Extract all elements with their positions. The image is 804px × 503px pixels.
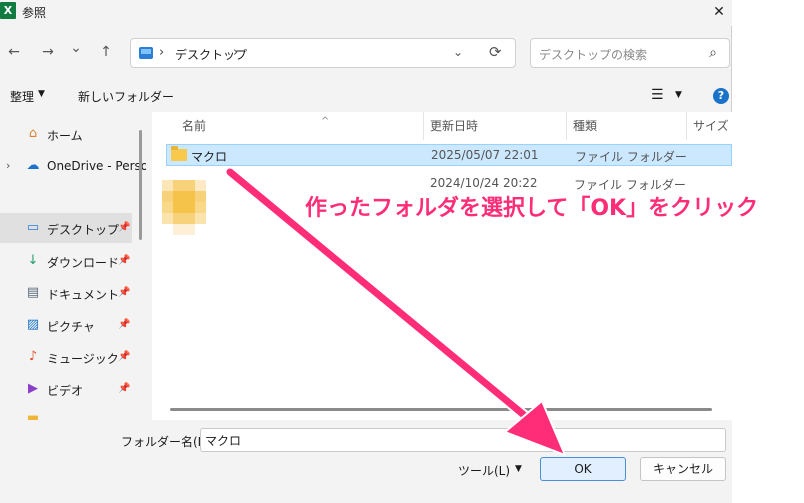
- sidebar-item-label: ドキュメント: [47, 288, 120, 302]
- forward-button[interactable]: →: [38, 42, 58, 62]
- file-list: 名前 ^ 更新日時 種類 サイズ マクロ 2025/05/07 22:01 ファ…: [152, 112, 732, 420]
- search-box[interactable]: デスクトップの検索 ⌕: [530, 38, 730, 68]
- background-area: [732, 0, 804, 503]
- sort-arrow-icon: ^: [321, 116, 330, 127]
- sidebar-scrollbar[interactable]: [139, 130, 142, 240]
- tools-button[interactable]: ツール(L): [458, 462, 510, 479]
- excel-icon: X: [0, 2, 16, 19]
- sidebar-item-label: デスクトップ: [47, 223, 120, 237]
- instruction-annotation: 作ったフォルダを選択して「OK」をクリック: [305, 196, 759, 221]
- breadcrumb-separator[interactable]: ›: [159, 45, 164, 60]
- desktop-icon: ▭: [26, 220, 40, 235]
- title-bar: X 参照 ✕: [0, 0, 732, 26]
- sidebar-item-label: ピクチャ: [47, 320, 95, 334]
- sidebar-item-onedrive[interactable]: › ☁ OneDrive - Perso: [0, 151, 146, 181]
- pin-icon: 📌: [118, 222, 131, 233]
- download-icon: ↓: [27, 253, 39, 268]
- file-type: ファイル フォルダー: [575, 150, 687, 164]
- chevron-down-icon[interactable]: ▼: [515, 464, 522, 474]
- video-icon: ▶: [28, 381, 38, 396]
- sidebar-item-music[interactable]: ♪ ミュージック 📌: [0, 342, 132, 372]
- sidebar-item-downloads[interactable]: ↓ ダウンロード 📌: [0, 246, 132, 276]
- pin-icon: 📌: [118, 351, 131, 362]
- address-bar[interactable]: › デスクトップ › ⌄ ⟳: [130, 38, 516, 68]
- navigation-bar: ← → ⌄ ↑ › デスクトップ › ⌄ ⟳ デスクトップの検索 ⌕: [0, 30, 732, 74]
- pin-icon: 📌: [118, 255, 131, 266]
- folder-name-input[interactable]: [200, 428, 726, 452]
- up-button[interactable]: ↑: [96, 42, 116, 62]
- organize-button[interactable]: 整理: [10, 88, 34, 105]
- cloud-icon: ☁: [26, 158, 40, 173]
- horizontal-scrollbar[interactable]: [170, 408, 712, 411]
- sidebar-item-label: ダウンロード: [47, 256, 120, 270]
- sidebar-item-desktop[interactable]: ▭ デスクトップ 📌: [0, 213, 132, 243]
- window-title: 参照: [22, 6, 47, 20]
- search-icon[interactable]: ⌕: [709, 45, 717, 61]
- cancel-button[interactable]: キャンセル: [640, 457, 726, 481]
- sidebar-item-videos[interactable]: ▶ ビデオ 📌: [0, 374, 132, 404]
- column-header-size[interactable]: サイズ: [687, 112, 732, 140]
- ok-button[interactable]: OK: [540, 457, 626, 481]
- column-header-label: 名前: [182, 119, 207, 133]
- blurred-thumbnail: [162, 180, 206, 236]
- music-icon: ♪: [28, 349, 38, 364]
- desktop-icon: [139, 47, 153, 59]
- sidebar-item-partial[interactable]: ■: [0, 406, 132, 421]
- folder-icon: [171, 146, 187, 161]
- column-header-date[interactable]: 更新日時: [424, 112, 567, 140]
- sidebar-item-label: ビデオ: [47, 384, 84, 398]
- dialog-footer: フォルダー名(N): ツール(L) ▼ OK キャンセル: [0, 420, 732, 503]
- sidebar-item-home[interactable]: ⌂ ホーム: [0, 119, 132, 149]
- sidebar-item-label: OneDrive - Perso: [47, 159, 146, 173]
- file-row[interactable]: マクロ 2025/05/07 22:01 ファイル フォルダー: [166, 144, 732, 166]
- address-dropdown-icon[interactable]: ⌄: [453, 45, 463, 59]
- search-input[interactable]: デスクトップの検索: [539, 46, 647, 63]
- pin-icon: 📌: [118, 287, 131, 298]
- pin-icon: 📌: [118, 383, 131, 394]
- column-header-name[interactable]: 名前 ^: [176, 112, 424, 140]
- close-button[interactable]: ✕: [708, 2, 730, 22]
- file-date: 2025/05/07 22:01: [431, 148, 539, 162]
- pictures-icon: ▨: [26, 317, 40, 332]
- breadcrumb-separator[interactable]: ›: [233, 45, 238, 60]
- navigation-pane: ⌂ ホーム › ☁ OneDrive - Perso ▭ デスクトップ 📌 ↓ …: [0, 112, 146, 420]
- chevron-right-icon[interactable]: ›: [6, 159, 10, 172]
- document-icon: ▤: [26, 285, 40, 300]
- command-bar: 整理 ▼ 新しいフォルダー ☰ ▼ ?: [0, 82, 732, 110]
- column-header-type[interactable]: 種類: [567, 112, 687, 140]
- help-icon[interactable]: ?: [713, 88, 729, 104]
- new-folder-button[interactable]: 新しいフォルダー: [78, 88, 174, 105]
- sidebar-item-label: ミュージック: [47, 352, 119, 366]
- sidebar-item-documents[interactable]: ▤ ドキュメント 📌: [0, 278, 132, 308]
- pin-icon: 📌: [118, 319, 131, 330]
- browse-dialog: X 参照 ✕ ← → ⌄ ↑ › デスクトップ › ⌄ ⟳ デスクトップの検索 …: [0, 0, 732, 503]
- sidebar-item-label: ホーム: [47, 129, 83, 143]
- file-name: マクロ: [191, 150, 228, 164]
- back-button[interactable]: ←: [4, 42, 24, 62]
- home-icon: ⌂: [28, 126, 38, 141]
- sidebar-item-pictures[interactable]: ▨ ピクチャ 📌: [0, 310, 132, 340]
- chevron-down-icon[interactable]: ▼: [675, 90, 682, 100]
- refresh-icon[interactable]: ⟳: [489, 43, 502, 61]
- file-date: 2024/10/24 20:22: [430, 176, 538, 190]
- chevron-down-icon[interactable]: ▼: [38, 89, 45, 99]
- recent-locations-button[interactable]: ⌄: [66, 38, 86, 58]
- view-options-icon[interactable]: ☰: [651, 87, 664, 103]
